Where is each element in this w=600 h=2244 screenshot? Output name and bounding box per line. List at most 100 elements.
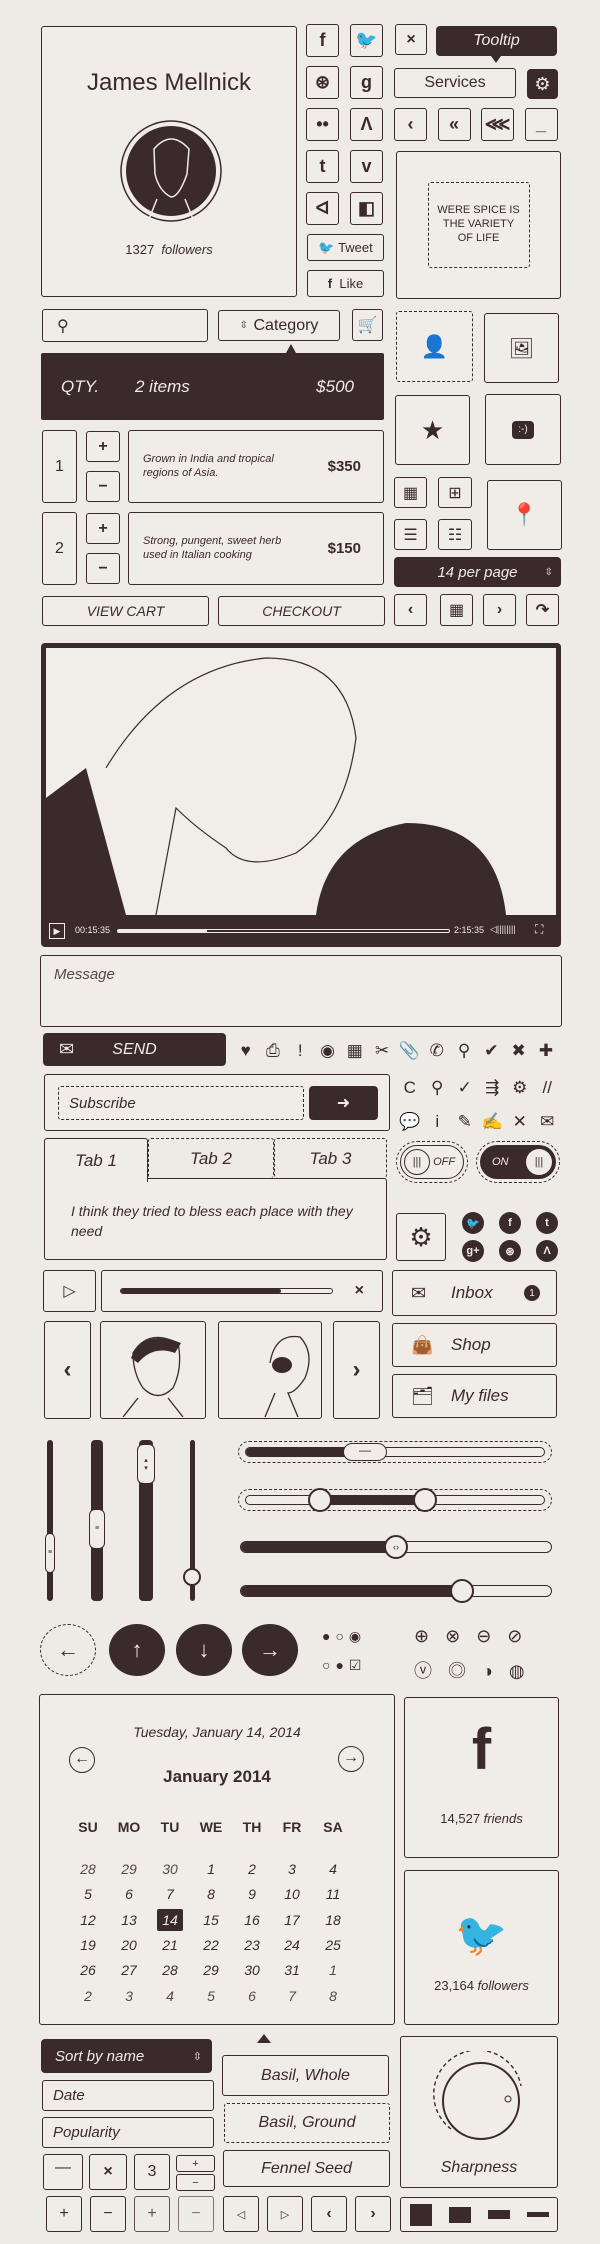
next-page-button[interactable]: › xyxy=(483,594,516,626)
cart-button[interactable]: 🛒 xyxy=(352,309,383,341)
slider-3-handle[interactable]: ‹› xyxy=(384,1535,408,1559)
toolbar-icon[interactable]: ⎙ xyxy=(259,1041,286,1061)
location-tile[interactable]: 📍 xyxy=(487,480,562,550)
calendar-day[interactable]: 29 xyxy=(196,1959,226,1981)
forrst-button[interactable]: Λ xyxy=(350,108,383,141)
dropdown-item[interactable]: Fennel Seed xyxy=(223,2150,390,2187)
user-tile[interactable]: 👤 xyxy=(396,311,473,382)
twitter-circle-icon[interactable]: 🐦 xyxy=(462,1212,484,1234)
sort-select[interactable]: Sort by name ⇳ xyxy=(41,2039,212,2073)
slider-4-handle[interactable] xyxy=(449,1579,474,1603)
vertical-slider-handle[interactable] xyxy=(183,1567,201,1586)
size-large-option[interactable] xyxy=(409,2203,432,2226)
calendar-day[interactable]: 1 xyxy=(196,1858,226,1880)
calendar-day[interactable]: 20 xyxy=(114,1934,144,1956)
minimize-button[interactable]: _ xyxy=(524,108,558,141)
vertical-slider-handle[interactable]: ≡ xyxy=(89,1508,105,1549)
toolbar-icon[interactable]: // xyxy=(534,1078,562,1098)
tab-1[interactable]: Tab 1 xyxy=(44,1138,148,1182)
size-medium-option[interactable] xyxy=(448,2206,471,2223)
calendar-day[interactable]: 15 xyxy=(196,1909,226,1931)
forrst-circle-icon[interactable]: Λ xyxy=(536,1240,558,1262)
f-circle-icon[interactable]: f xyxy=(499,1212,521,1234)
down-round-button[interactable]: ↓ xyxy=(176,1624,232,1676)
send-button[interactable]: ✉ SEND xyxy=(43,1033,226,1066)
like-button[interactable]: f Like xyxy=(307,270,384,297)
calendar-day[interactable]: 4 xyxy=(318,1858,348,1880)
calendar-day[interactable]: 12 xyxy=(73,1909,103,1931)
t-circle-icon[interactable]: t xyxy=(536,1212,558,1234)
grid-page-button[interactable]: ▦ xyxy=(440,594,473,626)
carousel-next-button[interactable]: › xyxy=(333,1321,380,1419)
settings-tile[interactable]: ⚙ xyxy=(396,1213,446,1261)
toolbar-icon[interactable]: ✉ xyxy=(534,1112,562,1132)
calendar-day[interactable]: 10 xyxy=(277,1883,307,1905)
calendar-day[interactable]: 17 xyxy=(277,1909,307,1931)
up-round-button[interactable]: ↑ xyxy=(109,1624,165,1676)
toolbar-icon[interactable]: ✍ xyxy=(479,1112,507,1132)
carousel-image-1[interactable] xyxy=(100,1321,206,1419)
decrement-button[interactable]: − xyxy=(86,553,120,584)
calendar-day[interactable]: 8 xyxy=(318,1985,348,2007)
subscribe-submit-button[interactable]: ➜ xyxy=(309,1086,378,1120)
toolbar-icon[interactable]: ⚙ xyxy=(506,1078,534,1098)
calendar-day-selected[interactable]: 14 xyxy=(157,1908,183,1931)
back-round-button[interactable]: ← xyxy=(40,1624,96,1676)
minus-light-button[interactable]: − xyxy=(178,2196,214,2232)
play-button[interactable]: ▶ xyxy=(49,923,65,939)
toolbar-icon[interactable]: ✆ xyxy=(423,1041,450,1061)
decrement-button[interactable]: − xyxy=(86,471,120,502)
radio-group-1[interactable]: ●○◉ xyxy=(322,1628,366,1645)
vertical-slider-1[interactable] xyxy=(47,1440,53,1601)
fast-rewind-button[interactable]: ⋘ xyxy=(481,108,514,141)
calendar-day[interactable]: 2 xyxy=(237,1858,267,1880)
toolbar-icon[interactable]: ⚲ xyxy=(450,1041,477,1061)
calendar-day[interactable]: 1 xyxy=(318,1959,348,1981)
slider-1[interactable] xyxy=(245,1447,545,1457)
view-cart-button[interactable]: VIEW CART xyxy=(42,596,209,626)
increment-button[interactable]: + xyxy=(86,431,120,462)
calendar-day[interactable]: 30 xyxy=(237,1959,267,1981)
toolbar-icon[interactable]: ♥ xyxy=(232,1041,259,1061)
calendar-day[interactable]: 28 xyxy=(155,1959,185,1981)
stepper-decrement[interactable]: − xyxy=(176,2174,215,2191)
size-tiny-option[interactable] xyxy=(526,2212,549,2217)
toolbar-icon[interactable]: ⇶ xyxy=(479,1078,507,1098)
next-button[interactable]: › xyxy=(355,2196,391,2232)
toolbar-icon[interactable]: ✂ xyxy=(369,1041,396,1061)
dropdown-item[interactable]: Basil, Whole xyxy=(222,2055,389,2096)
minimize-button[interactable]: — xyxy=(43,2154,83,2190)
gplus-circle-icon[interactable]: g+ xyxy=(462,1240,484,1262)
message-input[interactable]: Message xyxy=(40,955,562,1027)
list-view-button[interactable]: ☰ xyxy=(394,519,427,550)
calendar-day[interactable]: 6 xyxy=(237,1985,267,2007)
calendar-day[interactable]: 23 xyxy=(237,1934,267,1956)
toolbar-icon[interactable]: 📎 xyxy=(396,1041,423,1061)
carousel-prev-button[interactable]: ‹ xyxy=(44,1321,91,1419)
toolbar-icon[interactable]: ▦ xyxy=(341,1041,368,1061)
twitter-button[interactable]: 🐦 xyxy=(350,24,383,57)
toolbar-icon[interactable]: ✎ xyxy=(451,1112,479,1132)
stepper-value[interactable]: 3 xyxy=(134,2154,170,2190)
grid-small-view-button[interactable]: ▦ xyxy=(394,477,427,508)
twitter-card[interactable]: 🐦 23,164 followers xyxy=(404,1870,559,2025)
calendar-day[interactable]: 19 xyxy=(73,1934,103,1956)
tab-2[interactable]: Tab 2 xyxy=(148,1138,274,1178)
image-tile[interactable]: 🖼 xyxy=(484,313,559,383)
toolbar-icon[interactable]: i xyxy=(424,1112,452,1132)
prev-page-button[interactable]: ‹ xyxy=(394,594,427,626)
tweet-button[interactable]: 🐦 Tweet xyxy=(307,234,384,261)
calendar-day[interactable]: 26 xyxy=(73,1959,103,1981)
fullscreen-icon[interactable]: ⛶ xyxy=(535,922,543,937)
calendar-day[interactable]: 3 xyxy=(114,1985,144,2007)
calendar-day[interactable]: 24 xyxy=(277,1934,307,1956)
dropdown-item-hovered[interactable]: Basil, Ground xyxy=(224,2103,390,2143)
sharpness-knob[interactable] xyxy=(431,2051,527,2147)
facebook-card[interactable]: f 14,527 friends xyxy=(404,1697,559,1858)
calendar-day[interactable]: 22 xyxy=(196,1934,226,1956)
audio-play-button[interactable]: ▷ xyxy=(43,1270,96,1312)
prev-small-button[interactable]: ◁ xyxy=(223,2196,259,2232)
calendar-day[interactable]: 8 xyxy=(196,1883,226,1905)
toolbar-icon[interactable]: ◉ xyxy=(314,1041,341,1061)
calendar-day[interactable]: 4 xyxy=(155,1985,185,2007)
